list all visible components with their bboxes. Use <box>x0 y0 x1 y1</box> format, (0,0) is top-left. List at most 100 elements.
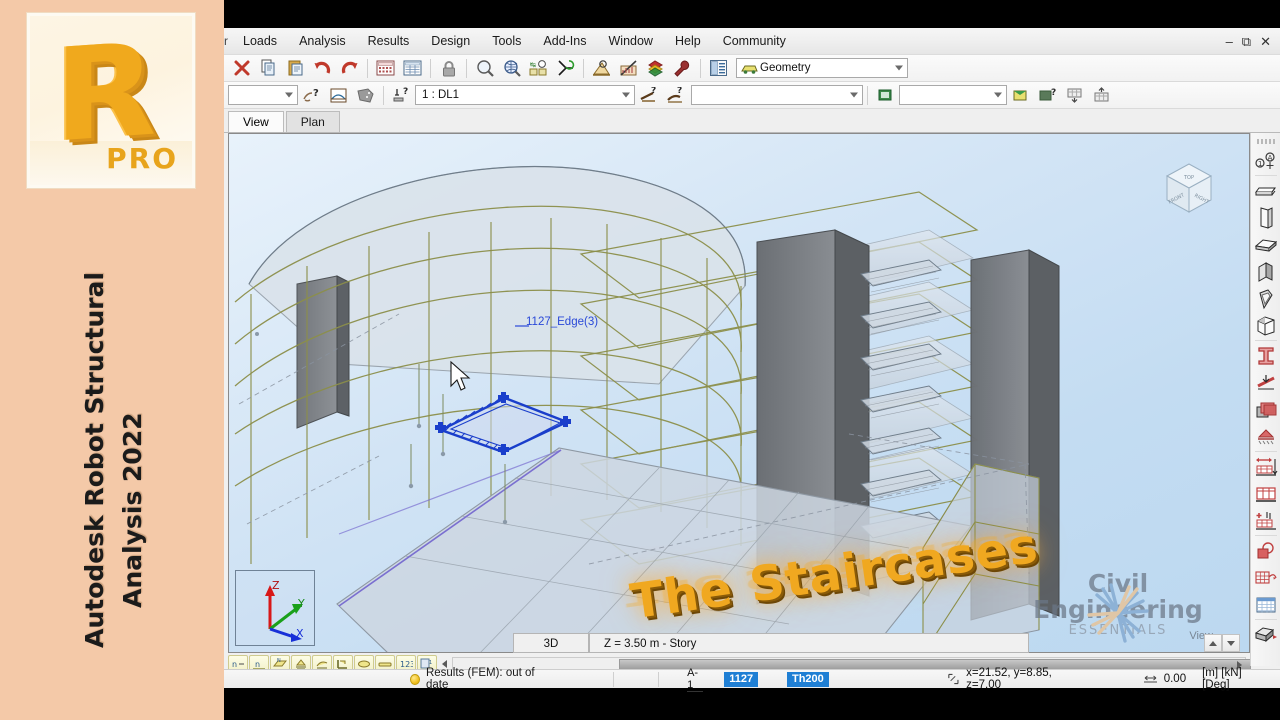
menu-item-results[interactable]: Results <box>357 28 421 55</box>
menu-item-loads[interactable]: Loads <box>232 28 288 55</box>
axis-gizmo: Z Y X <box>235 570 315 646</box>
attribute-indicator[interactable]: A-1 <box>679 667 711 692</box>
restore-icon[interactable]: ⧉ <box>1242 35 1251 48</box>
thickness-icon[interactable] <box>1252 396 1279 423</box>
chevron-down-icon[interactable] <box>850 92 858 98</box>
menu-item-window[interactable]: Window <box>598 28 664 55</box>
table-down-icon[interactable] <box>1062 83 1087 107</box>
view-map-icon[interactable] <box>873 83 898 107</box>
snap-icon[interactable] <box>553 56 578 80</box>
model-viewport[interactable]: 1127_Edge(3) The Staircases The Staircas… <box>228 133 1250 653</box>
support-icon[interactable] <box>1252 423 1279 450</box>
thickness-indicator[interactable]: Th200 <box>779 670 837 689</box>
span-dimension-icon[interactable] <box>1252 453 1279 480</box>
main-toolbar: ↹ Geometry <box>224 55 1280 82</box>
chevron-down-icon[interactable] <box>994 92 1002 98</box>
svg-text:?: ? <box>403 87 408 97</box>
table-up-icon[interactable] <box>1089 83 1114 107</box>
panel-angled-icon[interactable] <box>1252 285 1279 312</box>
coordinate-icon <box>948 673 959 685</box>
view-query-icon[interactable]: ? <box>1035 83 1060 107</box>
layers-icon[interactable] <box>643 56 668 80</box>
node-coordinate-icon[interactable]: 1 A <box>1252 147 1279 174</box>
object-inspector-icon[interactable] <box>706 56 731 80</box>
svg-text:?: ? <box>313 88 319 99</box>
solid-icon[interactable] <box>1252 312 1279 339</box>
cladding-icon[interactable] <box>1252 537 1279 564</box>
tab-view[interactable]: View <box>228 111 284 132</box>
letterbox-bottom <box>224 688 1280 720</box>
selection-count[interactable]: 1127 <box>716 670 766 689</box>
status-indicator-icon <box>409 673 420 685</box>
bar-icon[interactable] <box>1252 177 1279 204</box>
units-value: [m] [kN] [Deg] <box>1202 667 1242 691</box>
tables-icon[interactable] <box>1252 591 1279 618</box>
menu-item-truncated[interactable]: r <box>224 28 232 55</box>
level-up-button[interactable] <box>1204 634 1222 652</box>
structure-model <box>234 165 1060 652</box>
view-tabs: View Plan <box>224 109 1280 133</box>
menu-item-tools[interactable]: Tools <box>481 28 532 55</box>
select-help-icon[interactable]: ? <box>299 83 324 107</box>
preferences-icon[interactable] <box>670 56 695 80</box>
panel-vertical-icon[interactable] <box>1252 258 1279 285</box>
chevron-down-icon[interactable] <box>895 65 903 71</box>
menu-item-community[interactable]: Community <box>712 28 797 55</box>
panel-icon[interactable] <box>353 83 378 107</box>
diagrams-icon[interactable] <box>616 56 641 80</box>
display-settings-icon[interactable] <box>589 56 614 80</box>
close-icon[interactable]: ✕ <box>1260 35 1271 48</box>
menu-bar: r Loads Analysis Results Design Tools Ad… <box>224 28 1280 55</box>
menu-item-addins[interactable]: Add-Ins <box>532 28 597 55</box>
load-case-icon[interactable]: ? <box>389 83 414 107</box>
add-story-icon[interactable] <box>1252 507 1279 534</box>
chevron-down-icon[interactable] <box>622 92 630 98</box>
menu-item-help[interactable]: Help <box>664 28 712 55</box>
toolbar-grip[interactable] <box>1256 139 1275 144</box>
slab-icon[interactable] <box>1252 231 1279 258</box>
zoom-window-icon[interactable] <box>499 56 524 80</box>
section-icon[interactable] <box>326 83 351 107</box>
right-combo-a[interactable] <box>691 85 863 105</box>
svg-text:n: n <box>255 660 260 669</box>
undo-icon[interactable] <box>310 56 335 80</box>
tab-plan[interactable]: Plan <box>285 111 340 132</box>
paste-icon[interactable] <box>283 56 308 80</box>
brand-title-line2: Analysis 2022 <box>118 412 147 609</box>
svg-text:N: N <box>277 658 281 664</box>
release-icon[interactable] <box>1252 369 1279 396</box>
redo-icon[interactable] <box>337 56 362 80</box>
results-status[interactable]: Results (FEM): out of date <box>402 667 557 691</box>
menu-item-analysis[interactable]: Analysis <box>288 28 357 55</box>
copy-icon[interactable] <box>256 56 281 80</box>
thickness-badge: Th200 <box>786 671 829 687</box>
i-section-icon[interactable] <box>1252 342 1279 369</box>
level-down-button[interactable] <box>1222 634 1240 652</box>
geometry-selector[interactable]: Geometry <box>736 58 908 78</box>
model-canvas[interactable]: 1127_Edge(3) The Staircases The Staircas… <box>229 134 1249 652</box>
svg-text:1: 1 <box>429 660 432 666</box>
menu-item-design[interactable]: Design <box>420 28 481 55</box>
letterbox-top <box>224 0 1280 28</box>
view-render-icon[interactable] <box>1008 83 1033 107</box>
lock-icon[interactable] <box>436 56 461 80</box>
delete-icon[interactable] <box>229 56 254 80</box>
load-type-icon[interactable]: ? <box>636 83 661 107</box>
left-combo[interactable] <box>228 85 298 105</box>
wall-icon[interactable] <box>1252 204 1279 231</box>
chevron-down-icon[interactable] <box>285 92 293 98</box>
units-readout[interactable]: [m] [kN] [Deg] <box>1194 667 1274 691</box>
calculations-icon[interactable] <box>373 56 398 80</box>
minimize-icon[interactable]: – <box>1226 35 1233 48</box>
structure-grid-icon[interactable] <box>1252 564 1279 591</box>
load-define-icon[interactable]: ? <box>663 83 688 107</box>
toolbar-divider <box>1254 619 1277 620</box>
story-icon[interactable] <box>1252 480 1279 507</box>
pan-zoom-icon[interactable]: ↹ <box>526 56 551 80</box>
load-case-combo[interactable]: 1 : DL1 <box>415 85 635 105</box>
extrude-icon[interactable] <box>1252 621 1279 648</box>
zoom-out-icon[interactable] <box>472 56 497 80</box>
results-table-icon[interactable] <box>400 56 425 80</box>
view-combo[interactable] <box>899 85 1007 105</box>
view-cube[interactable]: TOP FRONT RIGHT <box>1157 154 1221 220</box>
